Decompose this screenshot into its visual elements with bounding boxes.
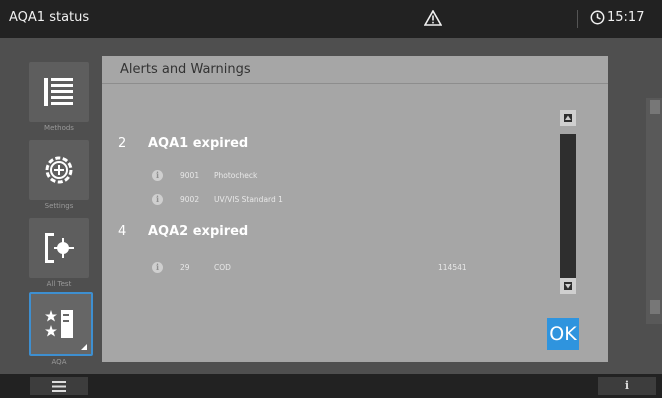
info-icon[interactable]: i bbox=[152, 194, 163, 205]
group-count: 4 bbox=[118, 224, 127, 239]
scroll-down-button[interactable] bbox=[560, 278, 576, 294]
aqa-icon bbox=[45, 310, 73, 338]
sidebar-label-methods: Methods bbox=[44, 124, 74, 132]
alert-code: 9001 bbox=[180, 171, 200, 180]
alert-description: COD bbox=[214, 263, 231, 272]
menu-button[interactable] bbox=[30, 377, 88, 395]
hamburger-menu-icon bbox=[52, 381, 66, 392]
ok-button[interactable]: OK bbox=[547, 318, 579, 350]
status-bar: AQA1 status 15:17 bbox=[0, 0, 662, 38]
group-count: 2 bbox=[118, 136, 127, 151]
info-icon[interactable]: i bbox=[152, 170, 163, 181]
alerts-dialog: Alerts and Warnings 2 AQA1 expired i 900… bbox=[102, 56, 608, 362]
bottom-bar: i bbox=[0, 374, 662, 398]
warning-triangle-icon[interactable] bbox=[423, 9, 443, 26]
alert-description: Photocheck bbox=[214, 171, 258, 180]
settings-gear-icon bbox=[45, 156, 73, 184]
triangle-up-icon bbox=[564, 114, 572, 122]
clock-time: 15:17 bbox=[607, 10, 645, 25]
alert-value: 114541 bbox=[438, 263, 467, 272]
alert-code: 9002 bbox=[180, 195, 200, 204]
all-test-icon bbox=[45, 233, 74, 263]
background-scroll-up-icon bbox=[650, 100, 660, 114]
dialog-divider bbox=[102, 83, 608, 84]
info-icon[interactable]: i bbox=[152, 262, 163, 273]
screen-title: AQA1 status bbox=[9, 10, 90, 25]
dialog-title: Alerts and Warnings bbox=[120, 62, 251, 77]
scrollbar-track[interactable] bbox=[560, 134, 576, 282]
status-bar-divider bbox=[577, 10, 578, 28]
triangle-down-icon bbox=[564, 282, 572, 290]
sidebar-item-all-test[interactable] bbox=[29, 218, 89, 278]
corner-indicator-icon bbox=[81, 344, 87, 350]
background-scroll-down-icon bbox=[650, 300, 660, 314]
info-button[interactable]: i bbox=[598, 377, 656, 395]
clock-icon bbox=[590, 10, 605, 25]
sidebar-label-aqa: AQA bbox=[51, 358, 67, 366]
alert-description: UV/VIS Standard 1 bbox=[214, 195, 283, 204]
alert-code: 29 bbox=[180, 263, 190, 272]
sidebar-label-all-test: All Test bbox=[46, 280, 72, 288]
group-title: AQA1 expired bbox=[148, 136, 249, 151]
sidebar-item-aqa[interactable] bbox=[29, 292, 93, 356]
sidebar-item-settings[interactable] bbox=[29, 140, 89, 200]
methods-list-icon bbox=[44, 78, 73, 106]
background-scrollbar bbox=[646, 98, 662, 324]
group-title: AQA2 expired bbox=[148, 224, 249, 239]
scroll-up-button[interactable] bbox=[560, 110, 576, 126]
sidebar-item-methods[interactable] bbox=[29, 62, 89, 122]
sidebar-label-settings: Settings bbox=[44, 202, 74, 210]
